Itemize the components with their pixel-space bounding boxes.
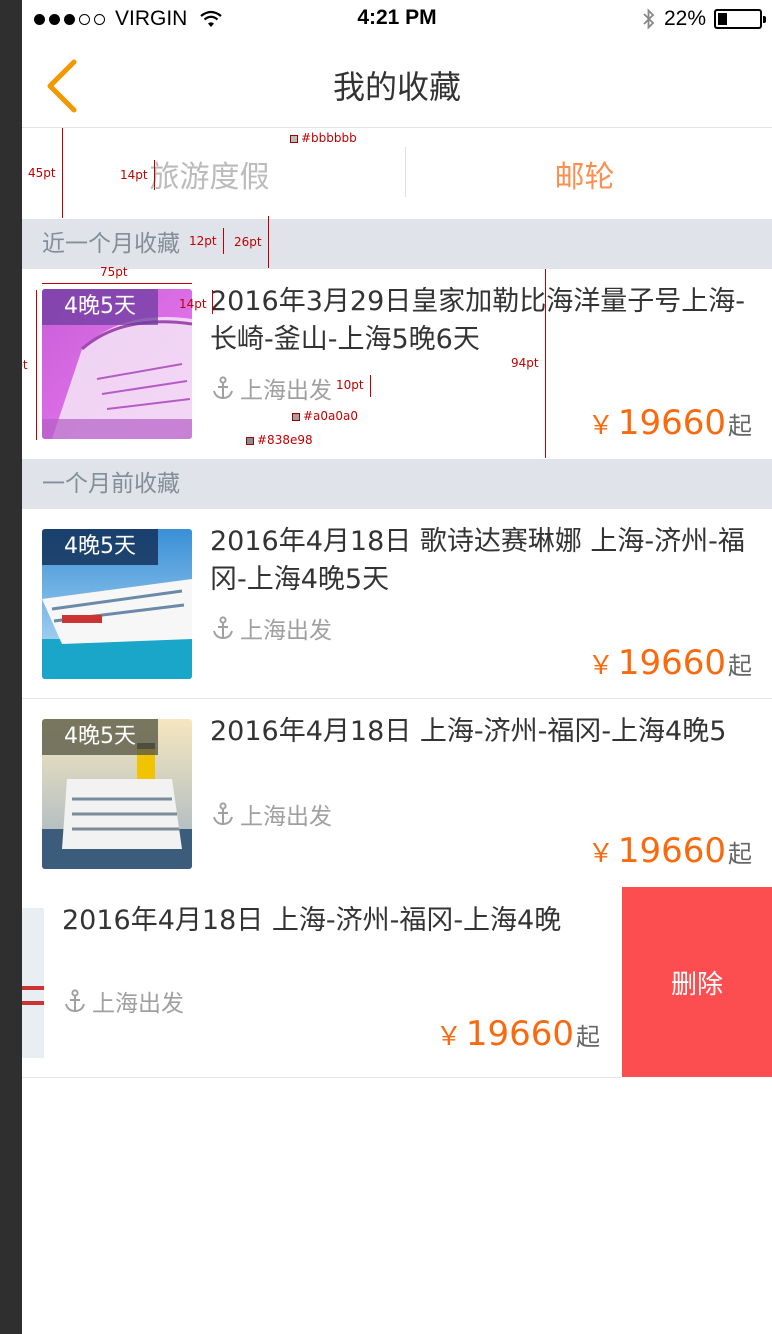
- price-value: 19660: [617, 643, 726, 683]
- item-title: 2016年4月18日 上海-济州-福冈-上海4晚: [62, 905, 562, 936]
- favorite-card-swiped[interactable]: 2016年4月18日 上海-济州-福冈-上海4晚 上海出发 ￥ 19660 起: [22, 888, 622, 1078]
- annotation-label: 14pt: [179, 297, 207, 311]
- section-header-older: 一个月前收藏: [22, 459, 772, 509]
- price: ￥ 19660 起: [588, 643, 752, 683]
- annotation-label: 14pt: [120, 168, 148, 182]
- nav-bar: 我的收藏: [22, 40, 772, 128]
- tab-cruise[interactable]: 邮轮: [397, 129, 772, 219]
- annotation-line: [36, 290, 37, 440]
- favorite-card[interactable]: 4晚5天 2016年4月18日 上海-济州-福冈-上海4晚5 上海出发 ￥ 19…: [22, 699, 772, 889]
- annotation-line: [370, 375, 371, 397]
- nights-badge: 4晚5天: [42, 719, 158, 755]
- app-screen: VIRGIN 4:21 PM 22% 我的收藏 旅游度假 邮轮 近一个月收藏 4…: [22, 0, 772, 1334]
- annotation-label: 26pt: [234, 235, 262, 249]
- page-title: 我的收藏: [332, 68, 461, 106]
- anchor-icon: [213, 376, 233, 400]
- departure-text: 上海出发: [240, 618, 332, 644]
- annotation-line: [212, 290, 213, 314]
- annotation-label: 75pt: [100, 265, 128, 279]
- annotation-label: 10pt: [336, 378, 364, 392]
- departure-text: 上海出发: [92, 991, 184, 1017]
- currency-symbol: ￥: [587, 839, 614, 869]
- swatch-icon: [246, 436, 254, 445]
- bluetooth-icon: [643, 8, 655, 30]
- currency-symbol: ￥: [435, 1022, 462, 1052]
- swatch-icon: [290, 134, 298, 143]
- battery-percent: 22%: [663, 7, 706, 30]
- anchor-icon: [213, 802, 233, 826]
- anchor-icon: [213, 616, 233, 640]
- annotation-color: #838e98: [257, 433, 313, 447]
- delete-button[interactable]: 删除: [622, 887, 772, 1077]
- annotation-label: 94pt: [511, 356, 539, 370]
- price: ￥ 19660 起: [588, 831, 752, 871]
- status-right: 22%: [642, 7, 766, 31]
- tab-divider: [405, 147, 406, 197]
- annotation-label: 75pt: [22, 358, 28, 372]
- annotation-line: [154, 160, 155, 190]
- annotation-label: 12pt: [189, 234, 217, 248]
- price-suffix: 起: [728, 840, 752, 868]
- left-edge-rail: [0, 0, 22, 1334]
- status-bar: VIRGIN 4:21 PM 22%: [22, 0, 772, 40]
- annotation-swatch: #838e98: [246, 433, 313, 447]
- annotation-label: 45pt: [28, 166, 56, 180]
- cruise-thumbnail: [22, 908, 44, 1058]
- annotation-line: [545, 269, 546, 458]
- price: ￥ 19660 起: [588, 403, 752, 443]
- cruise-thumbnail: 4晚5天: [42, 719, 192, 869]
- section-header-recent: 近一个月收藏: [22, 219, 772, 269]
- annotation-color: #bbbbbb: [301, 131, 357, 145]
- price-suffix: 起: [728, 412, 752, 440]
- annotation-swatch: #bbbbbb: [290, 131, 357, 145]
- price-value: 19660: [465, 1014, 574, 1054]
- cruise-thumbnail: 4晚5天: [42, 289, 192, 439]
- price-value: 19660: [617, 831, 726, 871]
- price-value: 19660: [617, 403, 726, 443]
- anchor-icon: [65, 989, 85, 1013]
- departure-text: 上海出发: [240, 378, 332, 404]
- currency-symbol: ￥: [587, 411, 614, 441]
- currency-symbol: ￥: [587, 651, 614, 681]
- favorite-card[interactable]: 4晚5天 2016年4月18日 歌诗达赛琳娜 上海-济州-福冈-上海4晚5天 上…: [22, 509, 772, 699]
- swatch-icon: [292, 412, 300, 421]
- annotation-line: [268, 216, 269, 268]
- departure-info: 上海出发: [64, 984, 184, 1018]
- departure-text: 上海出发: [240, 804, 332, 830]
- nights-badge: 4晚5天: [42, 289, 158, 325]
- item-title: 2016年4月18日 上海-济州-福冈-上海4晚5: [210, 716, 727, 747]
- battery-fill: [718, 13, 727, 25]
- nights-badge: 4晚5天: [42, 529, 158, 565]
- departure-info: 上海出发: [212, 611, 332, 645]
- price-suffix: 起: [728, 652, 752, 680]
- cruise-thumbnail: 4晚5天: [42, 529, 192, 679]
- departure-info: 上海出发: [212, 371, 332, 405]
- battery-icon: [714, 9, 766, 29]
- price-suffix: 起: [576, 1023, 600, 1051]
- departure-info: 上海出发: [212, 797, 332, 831]
- annotation-line: [42, 283, 192, 284]
- price: ￥ 19660 起: [436, 1014, 600, 1054]
- item-title: 2016年3月29日皇家加勒比海洋量子号上海-长崎-釜山-上海5晚6天: [210, 286, 745, 355]
- annotation-color: #a0a0a0: [303, 409, 359, 423]
- annotation-swatch: #a0a0a0: [292, 409, 358, 423]
- annotation-line: [223, 228, 224, 254]
- item-title: 2016年4月18日 歌诗达赛琳娜 上海-济州-福冈-上海4晚5天: [210, 526, 745, 595]
- favorite-card[interactable]: 4晚5天 2016年3月29日皇家加勒比海洋量子号上海-长崎-釜山-上海5晚6天…: [22, 269, 772, 459]
- annotation-line: [62, 128, 63, 218]
